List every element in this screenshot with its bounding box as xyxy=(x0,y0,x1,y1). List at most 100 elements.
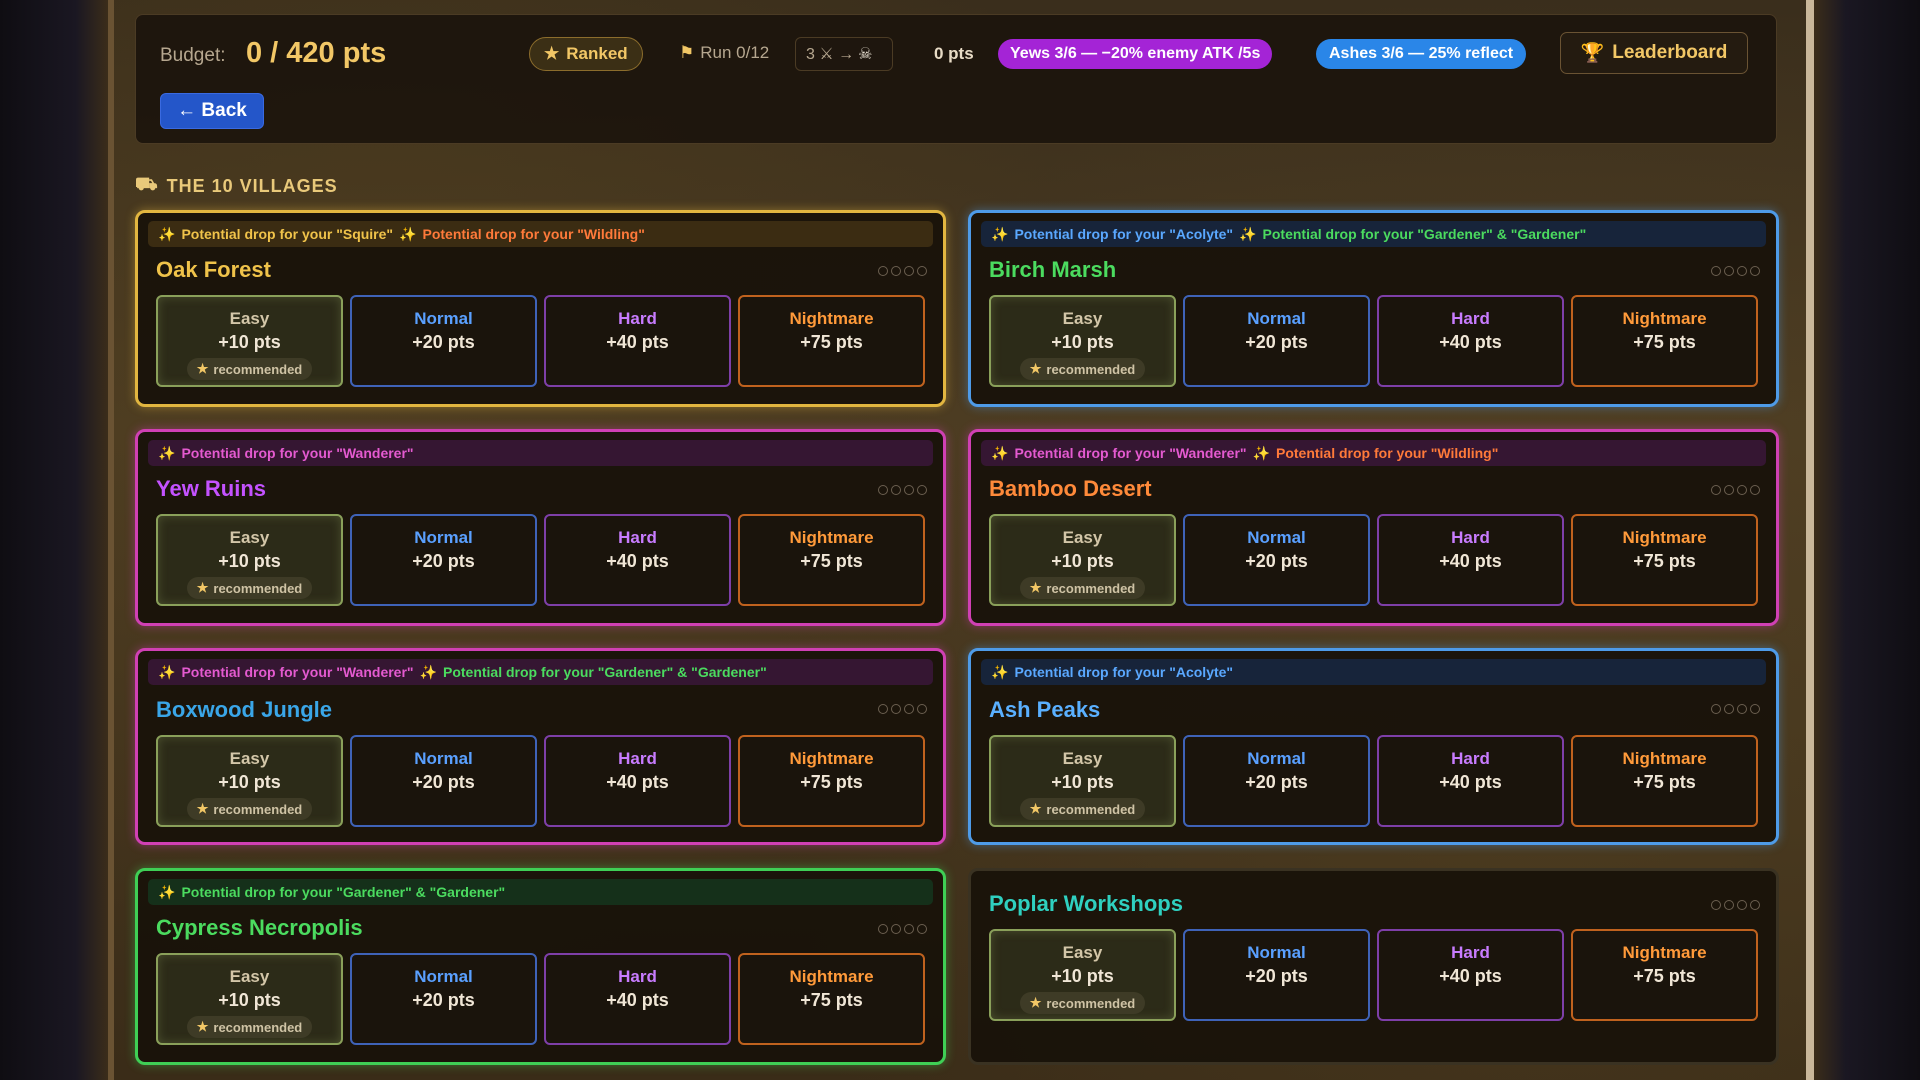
village-name: Yew Ruins xyxy=(156,476,267,501)
difficulty-nightmare-button[interactable]: Nightmare +75 pts xyxy=(1571,929,1758,1021)
village-name: Birch Marsh xyxy=(989,257,1117,282)
ranked-badge[interactable]: ★ Ranked xyxy=(529,37,643,71)
drop-bar: ✨ Potential drop for your "Squire" ✨ Poten… xyxy=(148,221,933,247)
difficulty-hard-button[interactable]: Hard +40 pts xyxy=(1377,295,1564,387)
yews-pill-text: Yews 3/6 — −20% enemy ATK /5s xyxy=(1010,45,1261,62)
difficulty-normal-button[interactable]: Normal +20 pts xyxy=(350,514,537,606)
scrollbar[interactable] xyxy=(1806,0,1814,1080)
village-card-bamboo-desert: ✨ Potential drop for your "Wanderer" ✨ Pot… xyxy=(968,429,1779,626)
star-icon: ★ xyxy=(1029,801,1042,816)
yews-set-bonus-pill[interactable]: Yews 3/6 — −20% enemy ATK /5s xyxy=(998,39,1273,69)
difficulty-nightmare-button[interactable]: Nightmare +75 pts xyxy=(738,514,925,606)
budget-value: 0 / 420 pts xyxy=(246,37,387,69)
ranked-label: Ranked xyxy=(566,44,628,63)
sparkle-icon: ✨ xyxy=(419,663,437,680)
difficulty-nightmare-button[interactable]: Nightmare +75 pts xyxy=(1571,295,1758,387)
village-card-oak-forest: ✨ Potential drop for your "Squire" ✨ Poten… xyxy=(135,210,946,407)
progress-dots xyxy=(878,924,927,934)
banner-icon: ⛟ xyxy=(135,174,159,194)
sparkle-icon: ✨ xyxy=(991,444,1009,461)
difficulty-normal-button[interactable]: Normal +20 pts xyxy=(350,295,537,387)
leaderboard-button[interactable]: 🏆 Leaderboard xyxy=(1560,32,1748,74)
difficulty-easy-button[interactable]: Easy +10 pts ★ recommended xyxy=(989,295,1176,387)
difficulty-normal-button[interactable]: Normal +20 pts xyxy=(350,953,537,1045)
village-name: Cypress Necropolis xyxy=(156,915,363,940)
drop-bar: ✨ Potential drop for your "Wanderer" ✨ Pot… xyxy=(148,659,933,685)
difficulty-nightmare-button[interactable]: Nightmare +75 pts xyxy=(738,953,925,1045)
progress-dots xyxy=(1711,900,1760,910)
skull-icon: ☠ xyxy=(858,46,873,63)
drop-hint: ✨ Potential drop for your "Squire" xyxy=(158,225,394,243)
drop-hint: ✨ Potential drop for your "Gardener" & "G… xyxy=(1239,225,1587,243)
ashes-pill-text: Ashes 3/6 — 25% reflect xyxy=(1329,45,1514,62)
drop-hint: ✨ Potential drop for your "Wildling" xyxy=(1252,444,1499,462)
difficulty-normal-button[interactable]: Normal +20 pts xyxy=(350,735,537,827)
difficulty-row: Easy +10 pts ★ recommended Normal +20 pts… xyxy=(156,514,925,606)
drop-hint: ✨ Potential drop for your "Gardener" & "G… xyxy=(158,883,506,901)
left-margin xyxy=(0,0,108,1080)
back-button[interactable]: ← Back xyxy=(160,93,264,129)
difficulty-nightmare-button[interactable]: Nightmare +75 pts xyxy=(1571,735,1758,827)
difficulty-nightmare-button[interactable]: Nightmare +75 pts xyxy=(738,295,925,387)
difficulty-easy-button[interactable]: Easy +10 pts ★ recommended xyxy=(989,929,1176,1021)
progress-dots xyxy=(878,485,927,495)
difficulty-hard-button[interactable]: Hard +40 pts xyxy=(544,295,731,387)
difficulty-hard-button[interactable]: Hard +40 pts xyxy=(1377,929,1564,1021)
star-icon: ★ xyxy=(1029,995,1042,1010)
drop-bar: ✨ Potential drop for your "Acolyte" ✨ Pote… xyxy=(981,221,1766,247)
progress-dots xyxy=(1711,704,1760,714)
sparkle-icon: ✨ xyxy=(1252,444,1270,461)
recommended-badge: ★ recommended xyxy=(1019,358,1146,380)
star-icon: ★ xyxy=(196,361,209,376)
difficulty-nightmare-button[interactable]: Nightmare +75 pts xyxy=(1571,514,1758,606)
village-card-cypress-necropolis: ✨ Potential drop for your "Gardener" & "G… xyxy=(135,868,946,1065)
sparkle-icon: ✨ xyxy=(158,883,176,900)
difficulty-hard-button[interactable]: Hard +40 pts xyxy=(544,953,731,1045)
difficulty-easy-button[interactable]: Easy +10 pts ★ recommended xyxy=(989,735,1176,827)
trophy-icon: 🏆 xyxy=(1580,43,1605,64)
combo-indicator: 3 ⚔ → ☠ xyxy=(795,37,893,71)
difficulty-row: Easy +10 pts ★ recommended Normal +20 pts… xyxy=(156,295,925,387)
recommended-badge: ★ recommended xyxy=(186,1016,313,1038)
combo-text: 3 ⚔ → xyxy=(806,46,855,63)
difficulty-hard-button[interactable]: Hard +40 pts xyxy=(544,735,731,827)
recommended-badge: ★ recommended xyxy=(1019,577,1146,599)
difficulty-normal-button[interactable]: Normal +20 pts xyxy=(1183,295,1370,387)
difficulty-easy-button[interactable]: Easy +10 pts ★ recommended xyxy=(156,953,343,1045)
sparkle-icon: ✨ xyxy=(399,225,417,242)
progress-dots xyxy=(1711,485,1760,495)
difficulty-row: Easy +10 pts ★ recommended Normal +20 pts… xyxy=(989,295,1758,387)
village-name: Ash Peaks xyxy=(989,697,1101,722)
budget-label: Budget: xyxy=(160,45,226,66)
difficulty-hard-button[interactable]: Hard +40 pts xyxy=(1377,735,1564,827)
star-icon: ★ xyxy=(196,580,209,595)
sparkle-icon: ✨ xyxy=(158,444,176,461)
difficulty-normal-button[interactable]: Normal +20 pts xyxy=(1183,929,1370,1021)
difficulty-row: Easy +10 pts ★ recommended Normal +20 pts… xyxy=(156,953,925,1045)
difficulty-easy-button[interactable]: Easy +10 pts ★ recommended xyxy=(989,514,1176,606)
drop-bar: ✨ Potential drop for your "Wanderer" ✨ Pot… xyxy=(981,440,1766,466)
leaderboard-label: Leaderboard xyxy=(1612,42,1728,63)
right-margin xyxy=(1814,0,1920,1080)
recommended-badge: ★ recommended xyxy=(1019,798,1146,820)
star-icon: ★ xyxy=(544,44,560,63)
difficulty-row: Easy +10 pts ★ recommended Normal +20 pts… xyxy=(989,735,1758,827)
difficulty-normal-button[interactable]: Normal +20 pts xyxy=(1183,735,1370,827)
ashes-set-bonus-pill[interactable]: Ashes 3/6 — 25% reflect xyxy=(1316,39,1527,69)
runner-icon: ⚑ xyxy=(679,43,695,62)
difficulty-easy-button[interactable]: Easy +10 pts ★ recommended xyxy=(156,735,343,827)
drop-hint: ✨ Potential drop for your "Acolyte" xyxy=(991,225,1234,243)
difficulty-normal-button[interactable]: Normal +20 pts xyxy=(1183,514,1370,606)
difficulty-nightmare-button[interactable]: Nightmare +75 pts xyxy=(738,735,925,827)
difficulty-hard-button[interactable]: Hard +40 pts xyxy=(1377,514,1564,606)
difficulty-easy-button[interactable]: Easy +10 pts ★ recommended xyxy=(156,295,343,387)
difficulty-hard-button[interactable]: Hard +40 pts xyxy=(544,514,731,606)
section-title-text: THE 10 VILLAGES xyxy=(166,175,338,196)
village-card-ash-peaks: ✨ Potential drop for your "Acolyte" Ash P… xyxy=(968,648,1779,845)
header-bar: Budget: 0 / 420 pts ★ Ranked ⚑ Run 0/12 … xyxy=(135,14,1777,144)
difficulty-row: Easy +10 pts ★ recommended Normal +20 pts… xyxy=(156,735,925,827)
drop-bar: ✨ Potential drop for your "Gardener" & "G… xyxy=(148,879,933,905)
drop-hint: ✨ Potential drop for your "Wanderer" xyxy=(991,444,1247,462)
drop-hint: ✨ Potential drop for your "Wanderer" xyxy=(158,444,414,462)
difficulty-easy-button[interactable]: Easy +10 pts ★ recommended xyxy=(156,514,343,606)
